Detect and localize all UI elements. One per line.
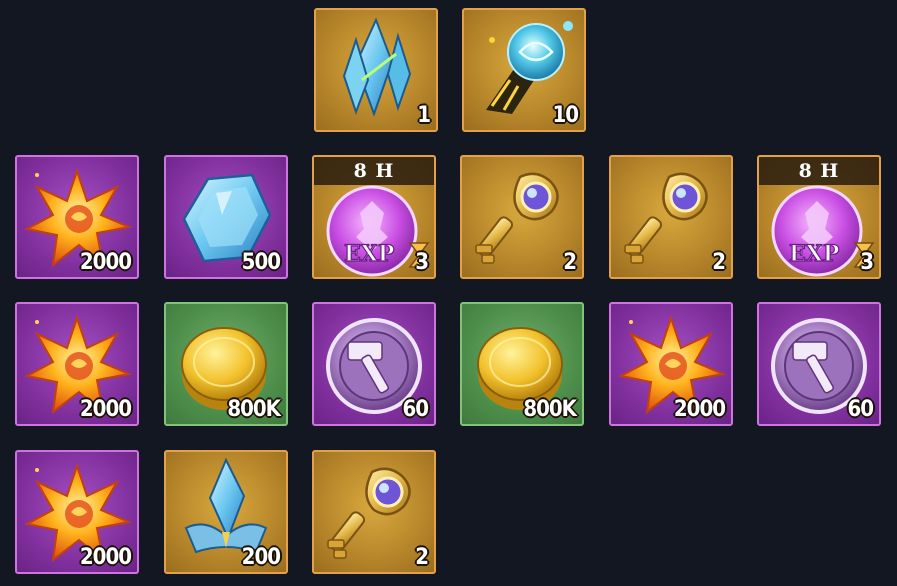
item-quantity: 2000 bbox=[79, 250, 132, 275]
item-quantity: 800K bbox=[523, 397, 577, 422]
reward-slot-blue-crystal-shard[interactable]: 1 bbox=[314, 8, 438, 132]
item-quantity: 2 bbox=[712, 250, 726, 275]
item-quantity: 200 bbox=[241, 545, 281, 570]
item-quantity: 800K bbox=[227, 397, 281, 422]
reward-slot-golden-key[interactable]: 2 bbox=[312, 450, 436, 574]
reward-slot-golden-star[interactable]: 2000 bbox=[609, 302, 733, 426]
item-quantity: 60 bbox=[402, 397, 429, 422]
reward-slot-gold-coin[interactable]: 800K bbox=[460, 302, 584, 426]
duration-timer: 8 H bbox=[314, 157, 434, 185]
reward-slot-golden-star[interactable]: 2000 bbox=[15, 450, 139, 574]
item-quantity: 60 bbox=[847, 397, 874, 422]
reward-slot-hammer-token[interactable]: 60 bbox=[757, 302, 881, 426]
reward-slot-gold-coin[interactable]: 800K bbox=[164, 302, 288, 426]
item-quantity: 3 bbox=[415, 250, 429, 275]
reward-slot-golden-key[interactable]: 2 bbox=[609, 155, 733, 279]
reward-slot-golden-star[interactable]: 2000 bbox=[15, 155, 139, 279]
item-quantity: 2 bbox=[415, 545, 429, 570]
reward-slot-crystal-crown[interactable]: 200 bbox=[164, 450, 288, 574]
reward-slot-blue-gem[interactable]: 500 bbox=[164, 155, 288, 279]
reward-slot-exp-potion[interactable]: 8 H 3 bbox=[312, 155, 436, 279]
reward-slot-golden-star[interactable]: 2000 bbox=[15, 302, 139, 426]
duration-timer: 8 H bbox=[759, 157, 879, 185]
reward-grid: { "rewards": { "row1": [ {"item": "blue-… bbox=[0, 0, 897, 586]
item-quantity: 3 bbox=[860, 250, 874, 275]
reward-slot-golden-key[interactable]: 2 bbox=[460, 155, 584, 279]
reward-slot-spirit-orb-fragment[interactable]: 10 bbox=[462, 8, 586, 132]
reward-slot-hammer-token[interactable]: 60 bbox=[312, 302, 436, 426]
item-quantity: 10 bbox=[552, 103, 579, 128]
item-quantity: 2000 bbox=[79, 397, 132, 422]
item-quantity: 500 bbox=[241, 250, 281, 275]
reward-slot-exp-potion[interactable]: 8 H 3 bbox=[757, 155, 881, 279]
item-quantity: 2 bbox=[563, 250, 577, 275]
item-quantity: 2000 bbox=[673, 397, 726, 422]
item-quantity: 1 bbox=[417, 103, 431, 128]
item-quantity: 2000 bbox=[79, 545, 132, 570]
